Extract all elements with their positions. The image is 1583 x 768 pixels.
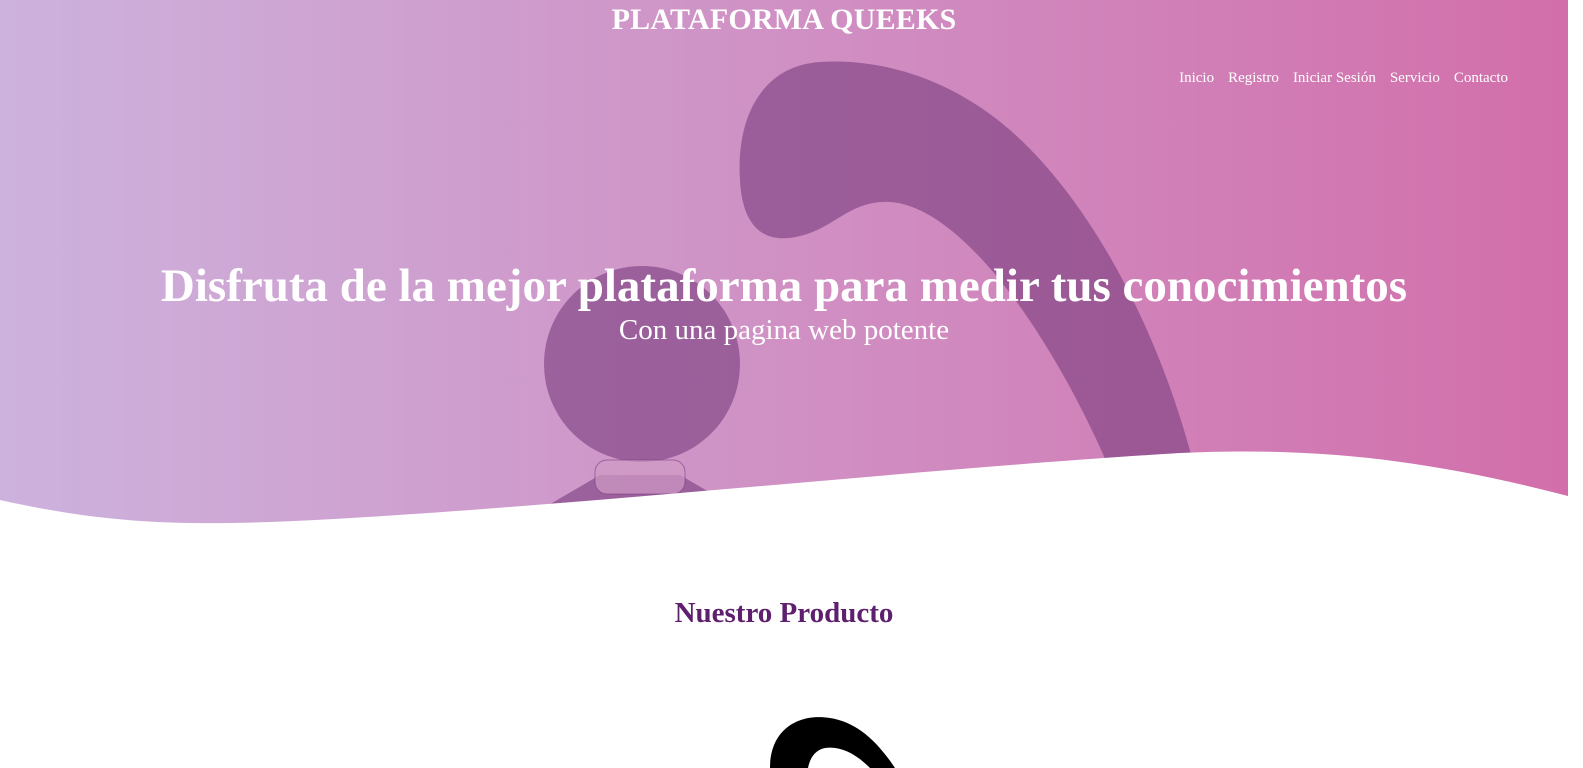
- hero-subtitle: Con una pagina web potente: [618, 314, 950, 346]
- nav-link-inicio[interactable]: Inicio: [1179, 69, 1214, 87]
- brand-title: PLATAFORMA QUEEKS: [611, 3, 957, 36]
- product-illustration: [770, 717, 895, 768]
- nav-link-registro[interactable]: Registro: [1228, 69, 1279, 87]
- nav-link-iniciar-sesion[interactable]: Iniciar Sesión: [1293, 69, 1376, 87]
- nav-link-servicio[interactable]: Servicio: [1390, 69, 1440, 87]
- main-nav: Inicio Registro Iniciar Sesión Servicio …: [1179, 69, 1508, 87]
- page: PLATAFORMA QUEEKS Inicio Registro Inicia…: [0, 0, 1583, 768]
- collar-shape: [594, 459, 686, 495]
- section-title-product: Nuestro Producto: [674, 597, 894, 629]
- vertical-scrollbar[interactable]: [1568, 0, 1583, 768]
- nav-link-contacto[interactable]: Contacto: [1454, 69, 1508, 87]
- hero-section: PLATAFORMA QUEEKS Inicio Registro Inicia…: [0, 0, 1583, 530]
- hero-title: Disfruta de la mejor plataforma para med…: [160, 260, 1408, 312]
